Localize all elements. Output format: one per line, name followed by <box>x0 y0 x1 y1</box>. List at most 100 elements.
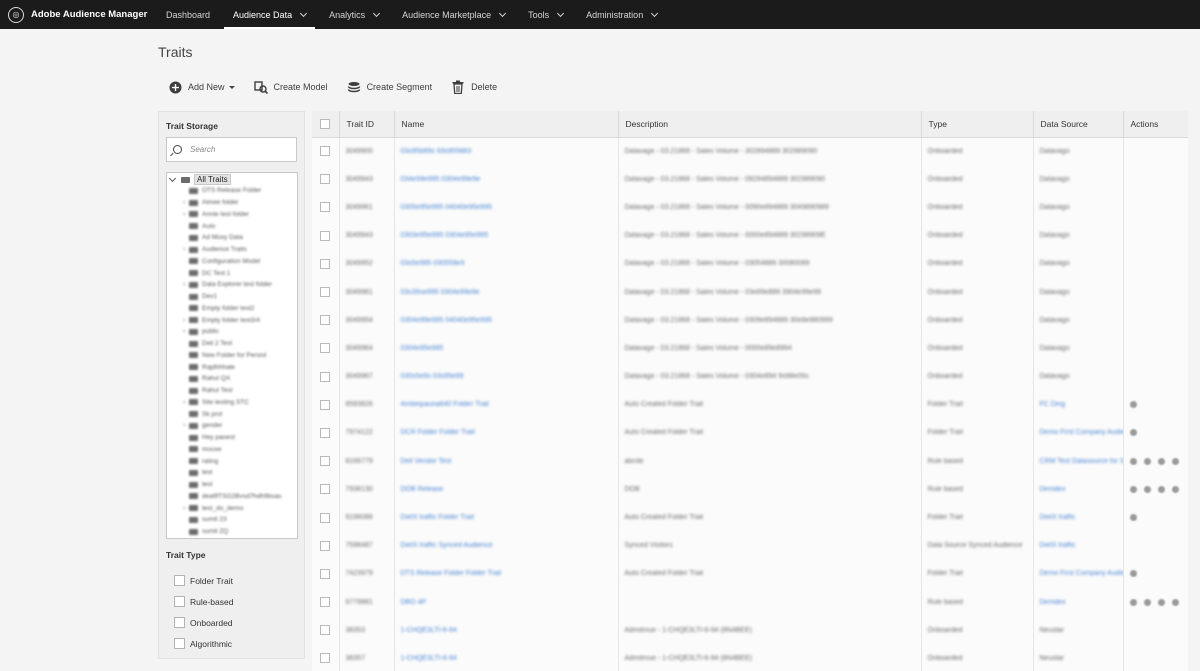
nav-item-tools[interactable]: Tools <box>519 0 572 29</box>
trait-name-link[interactable]: 0304e95e995 <box>401 345 444 352</box>
folder-item[interactable]: DC Test 1 <box>167 267 297 279</box>
col-type[interactable]: Type <box>921 111 1034 138</box>
row-checkbox[interactable] <box>320 540 330 551</box>
table-row[interactable]: 8593826 Ambeipauna640 Folder Trait Auto Cr… <box>312 390 1188 419</box>
trait-name-link[interactable]: 034e59e995 0304e99e9e <box>401 176 481 183</box>
folder-item[interactable]: New Folder for Persist <box>167 350 297 362</box>
folder-item[interactable]: › Empty folder test3/4 <box>167 314 297 326</box>
trait-name-link[interactable]: 0304e99e995 04040e95e995 <box>401 317 493 324</box>
trait-name-link[interactable]: 1-CHQE3LTI-6-94 <box>401 655 457 662</box>
trait-name-link[interactable]: 03s5e995 030559e9 <box>401 260 465 267</box>
folder-item[interactable]: sumit 23 <box>167 514 297 526</box>
folder-item[interactable]: › Data Explorer test folder <box>167 279 297 291</box>
data-source[interactable]: Demo First Company Audience <box>1040 429 1123 436</box>
row-checkbox[interactable] <box>320 568 330 579</box>
table-row[interactable]: 3049943 034e59e995 0304e99e9e Datavage - 0… <box>312 165 1188 194</box>
brand[interactable]: ◎ Adobe Audience Manager <box>0 0 150 29</box>
table-row[interactable]: 3049900 03s95b89s 93s955883 Datavage - 03.… <box>312 137 1188 166</box>
table-row[interactable]: 3049952 03s5e995 030559e9 Datavage - 03.21… <box>312 249 1188 278</box>
table-row[interactable]: 38353 1-CHQE3LTI-6-94 Admitmue - 1-CHQE3LT… <box>312 616 1188 645</box>
delete-button[interactable]: Delete <box>451 80 497 94</box>
trait-name-link[interactable]: DietX traffic Folder Trait <box>401 514 474 521</box>
trait-type-folder-trait[interactable]: Folder Trait <box>174 575 233 586</box>
folder-item[interactable]: Ad Moxy Data <box>167 232 297 244</box>
row-checkbox[interactable] <box>320 315 330 326</box>
folder-item[interactable]: Rahul QA <box>167 373 297 385</box>
row-checkbox[interactable] <box>320 146 330 157</box>
nav-item-analytics[interactable]: Analytics <box>320 0 388 29</box>
col-trait-id[interactable]: Trait ID <box>339 111 395 138</box>
trait-name-link[interactable]: Ambeipauna640 Folder Trait <box>401 401 489 408</box>
folder-item[interactable]: › gender <box>167 420 297 432</box>
row-checkbox[interactable] <box>320 456 330 467</box>
table-row[interactable]: 3049961 03s39se995 0304e99e9e Datavage - 0… <box>312 277 1188 307</box>
row-checkbox[interactable] <box>320 258 330 269</box>
all-traits-folder[interactable]: All Traits <box>194 174 231 185</box>
trait-name-link[interactable]: 0303e95e995 0304e95e995 <box>401 232 489 239</box>
clone-icon[interactable] <box>1129 485 1137 493</box>
nav-item-audience-marketplace[interactable]: Audience Marketplace <box>393 0 514 29</box>
folder-item[interactable]: Rahul Test <box>167 385 297 397</box>
trait-name-link[interactable]: Dell Vendor Test <box>401 458 452 465</box>
edit-icon[interactable] <box>1143 485 1151 493</box>
folder-item[interactable]: Deli 2 Test <box>167 338 297 350</box>
table-row[interactable]: 7598487 DietX traffic Synced Audience Sync… <box>312 531 1188 560</box>
row-checkbox[interactable] <box>320 174 330 185</box>
row-checkbox[interactable] <box>320 371 330 382</box>
trait-type-algorithmic[interactable]: Algorithmic <box>174 638 232 649</box>
data-source[interactable]: FC Ding <box>1040 401 1066 408</box>
trait-type-rule-based[interactable]: Rule-based <box>174 596 233 607</box>
checkbox[interactable] <box>174 638 185 649</box>
trait-name-link[interactable]: 1-CHQE3LTI-6-94 <box>401 627 457 634</box>
folder-item[interactable]: Rajdhhhale <box>167 361 297 373</box>
table-row[interactable]: 3049961 0305e95e995 04040e95e995 Datavage … <box>312 193 1188 222</box>
clone-icon[interactable] <box>1129 514 1137 522</box>
table-row[interactable]: 3049967 030s5e9s 03s95e99 Datavage - 03.21… <box>312 362 1188 391</box>
data-source[interactable]: DietX traffic <box>1040 542 1076 549</box>
clone-icon[interactable] <box>1129 570 1137 578</box>
copy-icon[interactable] <box>1157 598 1165 606</box>
data-source[interactable]: Demo First Company Audience <box>1040 570 1123 577</box>
row-checkbox[interactable] <box>320 427 330 438</box>
copy-icon[interactable] <box>1157 457 1165 465</box>
folder-item[interactable]: sumit ZQ <box>167 526 297 538</box>
data-source[interactable]: Demdex <box>1040 486 1066 493</box>
row-checkbox[interactable] <box>320 399 330 410</box>
folder-item[interactable]: mouse <box>167 444 297 456</box>
data-source[interactable]: CRM Test Datasource for Superfile Releas… <box>1040 458 1123 465</box>
folder-item[interactable]: Empty folder test2 <box>167 303 297 315</box>
trait-name-link[interactable]: 030s5e9s 03s95e99 <box>401 373 464 380</box>
trait-name-link[interactable]: DOB Release <box>401 486 444 493</box>
add-new-button[interactable]: Add New <box>168 80 235 94</box>
copy-icon[interactable] <box>1157 485 1165 493</box>
row-checkbox[interactable] <box>320 230 330 241</box>
nav-item-audience-data[interactable]: Audience Data <box>224 0 316 29</box>
checkbox[interactable] <box>174 617 185 628</box>
col-data-source[interactable]: Data Source <box>1033 111 1124 138</box>
data-source[interactable]: DietX traffic <box>1040 514 1076 521</box>
folder-item[interactable]: › public <box>167 326 297 338</box>
create-segment-button[interactable]: Create Segment <box>347 80 432 94</box>
clone-icon[interactable] <box>1129 457 1137 465</box>
folder-item[interactable]: Auto <box>167 220 297 232</box>
row-checkbox[interactable] <box>320 597 330 608</box>
table-row[interactable]: 38357 1-CHQE3LTI-6-94 Admitmue - 1-CHQE3LT… <box>312 644 1188 671</box>
tree-root[interactable]: All Traits <box>167 174 297 185</box>
table-row[interactable]: 7974122 DCR Folder Folder Trait Auto Creat… <box>312 418 1188 448</box>
storage-search-input[interactable]: Search <box>166 137 297 162</box>
table-row[interactable]: 8166779 Dell Vendor Test abcde Rule based CR… <box>312 447 1188 476</box>
table-row[interactable]: 3049954 0304e99e995 04040e95e995 Datavage … <box>312 306 1188 335</box>
table-row[interactable]: 3049964 0304e95e995 Datavage - 03.21868 - … <box>312 334 1188 363</box>
edit-icon[interactable] <box>1143 598 1151 606</box>
collapse-icon[interactable] <box>168 174 177 182</box>
row-checkbox[interactable] <box>320 343 330 354</box>
folder-item[interactable]: Sk prol <box>167 408 297 420</box>
data-source[interactable]: Demdex <box>1040 599 1066 606</box>
table-row[interactable]: 3049943 0303e95e995 0304e95e995 Datavage -… <box>312 221 1188 250</box>
delete-icon[interactable] <box>1171 457 1179 465</box>
table-row[interactable]: 9196086 DietX traffic Folder Trait Auto Cr… <box>312 503 1188 532</box>
trait-name-link[interactable]: DTS Release Folder Folder Trait <box>401 570 502 577</box>
clone-icon[interactable] <box>1129 429 1137 437</box>
folder-item[interactable]: Configuration Model <box>167 256 297 268</box>
clone-icon[interactable] <box>1129 401 1137 409</box>
